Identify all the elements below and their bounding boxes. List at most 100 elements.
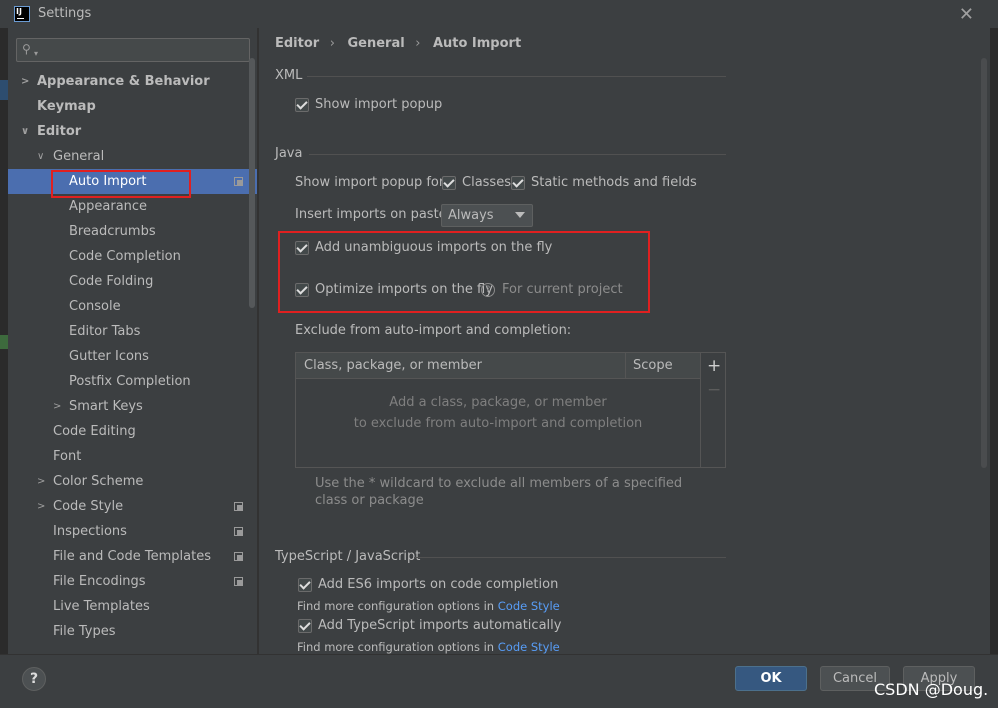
tree-item-editor[interactable]: ∨ Editor	[8, 119, 257, 144]
column-header-class[interactable]: Class, package, or member	[304, 358, 482, 373]
breadcrumb-separator: ›	[329, 36, 335, 51]
tree-item-label: Code Editing	[53, 424, 136, 439]
chevron-right-icon[interactable]: >	[53, 394, 61, 419]
tree-item-smart-keys[interactable]: > Smart Keys	[8, 394, 257, 419]
tree-item-gutter-icons[interactable]: Gutter Icons	[8, 344, 257, 369]
breadcrumb-separator: ›	[415, 36, 421, 51]
chevron-down-icon[interactable]: ∨	[21, 119, 29, 144]
tree-item-label: Editor	[37, 124, 82, 139]
tree-item-label: Code Style	[53, 499, 124, 514]
project-settings-icon	[234, 177, 243, 186]
tree-item-file-code-templates[interactable]: File and Code Templates	[8, 544, 257, 569]
search-input[interactable]	[45, 41, 245, 59]
tree-item-inspections[interactable]: Inspections	[8, 519, 257, 544]
tree-item-label: Code Folding	[69, 274, 154, 289]
tree-item-font[interactable]: Font	[8, 444, 257, 469]
tree-item-code-style[interactable]: > Code Style	[8, 494, 257, 519]
code-style-link[interactable]: Code Style	[498, 640, 560, 654]
background-strip	[0, 335, 8, 349]
tree-scrollbar[interactable]	[249, 58, 255, 308]
tree-item-editor-tabs[interactable]: Editor Tabs	[8, 319, 257, 344]
table-header: Class, package, or member Scope	[296, 353, 700, 379]
tree-item-label: Gutter Icons	[69, 349, 149, 364]
project-settings-icon	[234, 527, 243, 536]
breadcrumb-general[interactable]: General	[347, 36, 404, 51]
tree-item-label: Code Completion	[69, 249, 181, 264]
table-empty-text: Add a class, package, or member	[389, 395, 607, 410]
add-ts-imports-checkbox[interactable]	[298, 619, 312, 633]
content-scrollbar[interactable]	[981, 58, 987, 468]
settings-tree-pane: ⚲ ▾ > Appearance & Behavior Keymap ∨ Edi…	[8, 28, 257, 654]
search-icon: ⚲	[22, 42, 31, 56]
tree-item-file-types[interactable]: File Types	[8, 619, 257, 644]
tree-item-keymap[interactable]: Keymap	[8, 94, 257, 119]
tree-item-label: Smart Keys	[69, 399, 143, 414]
column-divider[interactable]	[625, 353, 626, 379]
tree-item-console[interactable]: Console	[8, 294, 257, 319]
annotation-highlight-box	[278, 231, 650, 313]
section-title-xml: XML	[275, 68, 303, 83]
wildcard-hint: Use the * wildcard to exclude all member…	[315, 476, 683, 508]
tree-item-code-folding[interactable]: Code Folding	[8, 269, 257, 294]
tree-item-breadcrumbs[interactable]: Breadcrumbs	[8, 219, 257, 244]
project-settings-icon	[234, 552, 243, 561]
tree-item-appearance-behavior[interactable]: > Appearance & Behavior	[8, 69, 257, 94]
tree-item-color-scheme[interactable]: > Color Scheme	[8, 469, 257, 494]
classes-checkbox[interactable]	[442, 176, 456, 190]
tree-item-label: Breadcrumbs	[69, 224, 156, 239]
exclude-table[interactable]: Class, package, or member Scope Add a cl…	[295, 352, 726, 468]
chevron-down-icon[interactable]: ∨	[37, 144, 44, 169]
tree-item-label: General	[53, 149, 105, 164]
show-import-popup-xml-label[interactable]: Show import popup	[315, 97, 442, 112]
insert-on-paste-dropdown[interactable]: Always	[441, 204, 533, 227]
tree-item-label: Keymap	[37, 99, 96, 114]
add-es6-checkbox[interactable]	[298, 578, 312, 592]
background-strip	[0, 80, 8, 100]
chevron-right-icon[interactable]: >	[37, 494, 45, 519]
classes-label[interactable]: Classes	[462, 175, 511, 190]
chevron-right-icon[interactable]: >	[37, 469, 45, 494]
tree-item-live-templates[interactable]: Live Templates	[8, 594, 257, 619]
static-methods-checkbox[interactable]	[511, 176, 525, 190]
project-settings-icon	[234, 502, 243, 511]
tree-item-label: Console	[69, 299, 121, 314]
find-more-text: Find more configuration options in Code …	[297, 640, 560, 654]
tree-item-label: File and Code Templates	[53, 549, 211, 564]
window-title: Settings	[38, 6, 92, 21]
tree-item-general[interactable]: ∨ General	[8, 144, 257, 169]
window-edge-right	[990, 28, 998, 654]
section-title-typescript: TypeScript / JavaScript	[275, 549, 421, 564]
annotation-highlight-box	[51, 170, 191, 198]
close-icon[interactable]: ✕	[959, 4, 974, 25]
section-divider	[309, 154, 726, 155]
tree-item-postfix-completion[interactable]: Postfix Completion	[8, 369, 257, 394]
tree-item-label: Color Scheme	[53, 474, 144, 489]
section-divider	[414, 557, 726, 558]
search-options-icon[interactable]: ▾	[34, 49, 38, 58]
ok-button[interactable]: OK	[735, 666, 807, 691]
search-box[interactable]: ⚲ ▾	[16, 38, 250, 62]
project-settings-icon	[234, 577, 243, 586]
code-style-link[interactable]: Code Style	[498, 599, 560, 613]
section-divider	[307, 76, 726, 77]
chevron-right-icon[interactable]: >	[21, 69, 29, 94]
column-header-scope[interactable]: Scope	[633, 358, 673, 373]
find-more-label: Find more configuration options in	[297, 640, 495, 654]
show-import-popup-xml-checkbox[interactable]	[295, 98, 309, 112]
add-icon[interactable]: +	[707, 356, 721, 376]
settings-content-pane: Editor › General › Auto Import XML Show …	[259, 28, 990, 654]
breadcrumb-editor[interactable]: Editor	[275, 36, 319, 51]
tree-item-file-encodings[interactable]: File Encodings	[8, 569, 257, 594]
find-more-label: Find more configuration options in	[297, 599, 495, 613]
exclude-label: Exclude from auto-import and completion:	[295, 323, 572, 338]
add-es6-label[interactable]: Add ES6 imports on code completion	[318, 577, 558, 592]
tree-item-code-completion[interactable]: Code Completion	[8, 244, 257, 269]
tree-item-label: Postfix Completion	[69, 374, 191, 389]
help-button[interactable]: ?	[22, 667, 46, 691]
tree-item-code-editing[interactable]: Code Editing	[8, 419, 257, 444]
insert-on-paste-value: Always	[448, 208, 494, 223]
static-methods-label[interactable]: Static methods and fields	[531, 175, 697, 190]
add-ts-imports-label[interactable]: Add TypeScript imports automatically	[318, 618, 561, 633]
tree-item-label: Appearance & Behavior	[37, 74, 210, 89]
chevron-down-icon	[515, 212, 525, 218]
